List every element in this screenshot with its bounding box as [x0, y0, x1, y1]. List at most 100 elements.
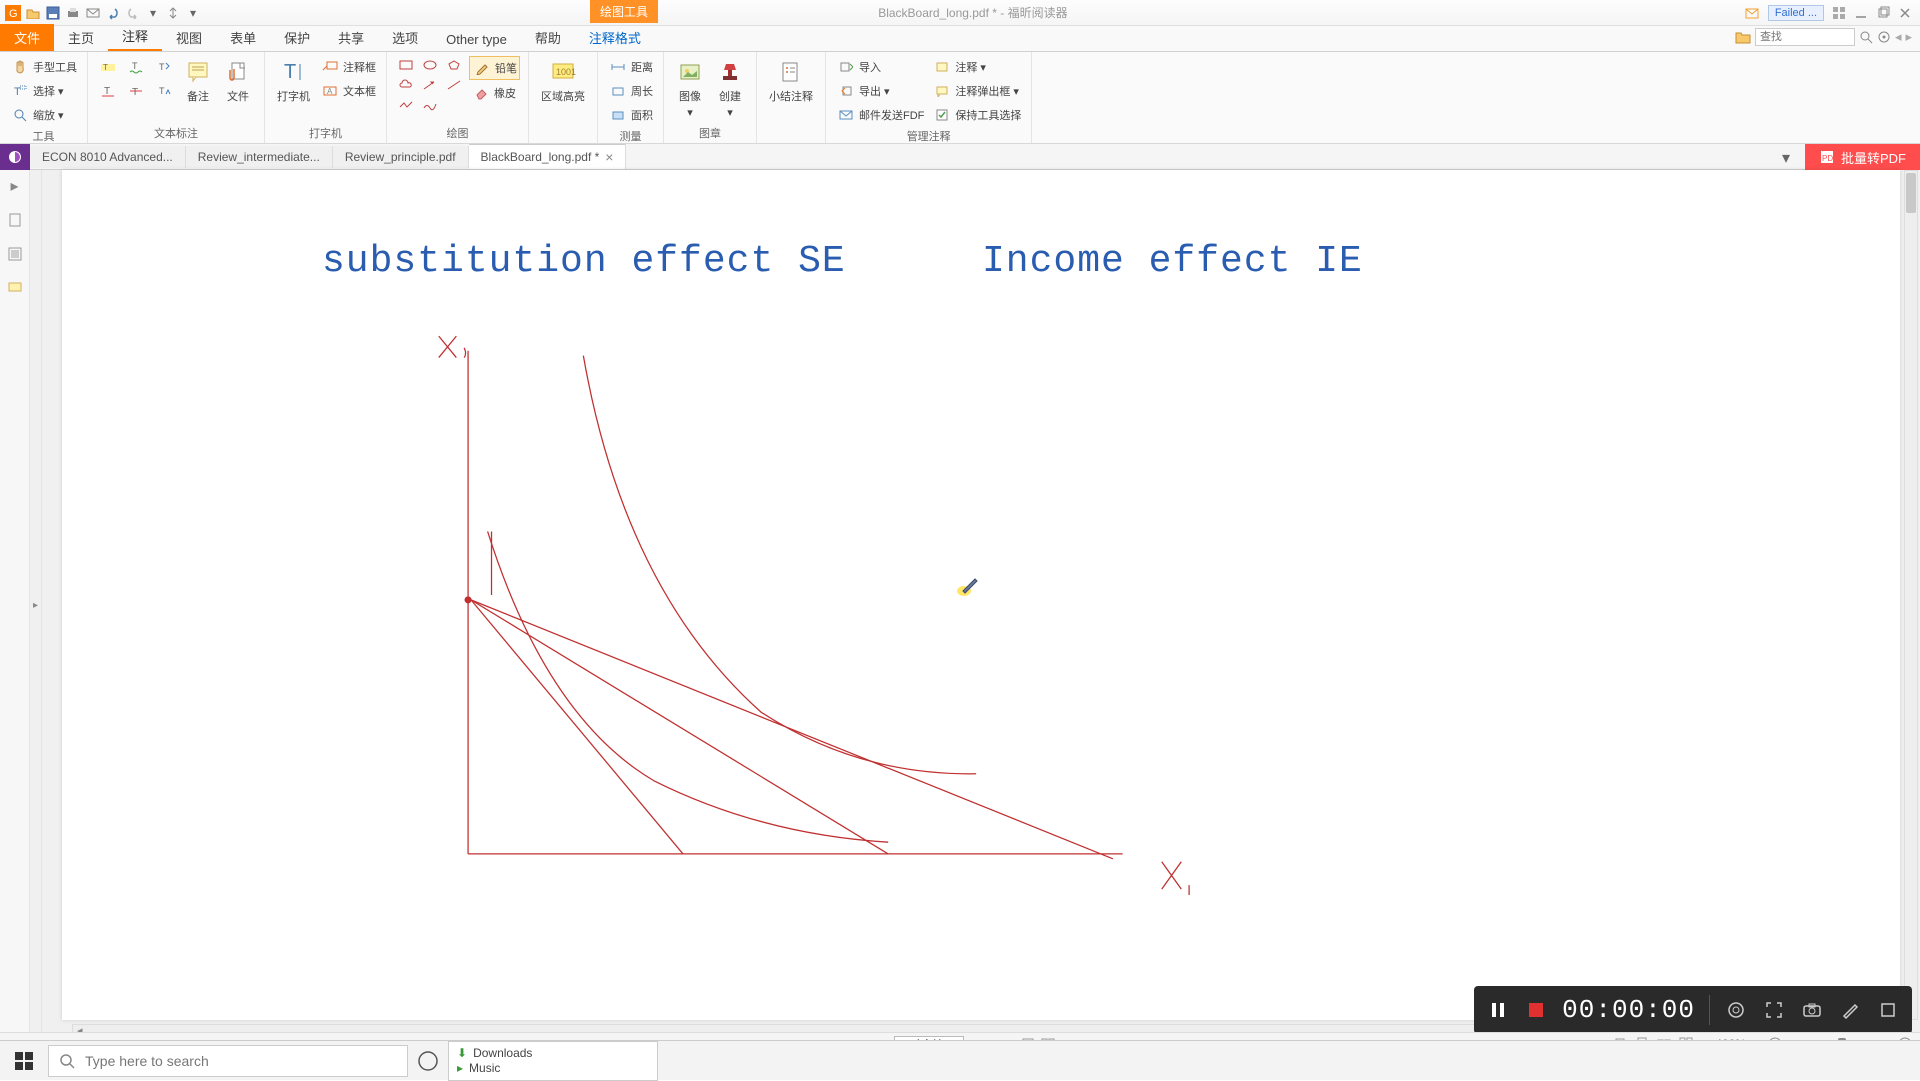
hand-tool[interactable]: 手型工具 [8, 56, 79, 78]
shape-polyline[interactable] [395, 96, 417, 114]
email-icon[interactable] [84, 4, 102, 22]
show-annot-btn[interactable]: 注释▾ [930, 56, 1023, 78]
tab-help[interactable]: 帮助 [521, 24, 575, 51]
panel-handle[interactable]: ▸ [30, 170, 42, 1040]
stamp-create-btn[interactable]: 创建▾ [712, 56, 748, 121]
comments-icon[interactable] [5, 278, 25, 298]
note-btn[interactable]: 备注 [180, 56, 216, 106]
minimize-icon[interactable] [1854, 6, 1868, 20]
tab-home[interactable]: 主页 [54, 24, 108, 51]
screenshot-icon[interactable] [1800, 998, 1824, 1022]
bookmarks-icon[interactable] [5, 210, 25, 230]
doctab-close-icon[interactable]: × [605, 149, 613, 165]
replace-text-btn[interactable]: T [152, 56, 176, 78]
tabs-dropdown-icon[interactable]: ▾ [1782, 148, 1790, 168]
grid-icon[interactable] [1832, 6, 1846, 20]
shape-rect[interactable] [395, 56, 417, 74]
tab-annotate[interactable]: 注释 [108, 22, 162, 51]
eraser-btn[interactable]: 橡皮 [469, 82, 520, 104]
start-button[interactable] [0, 1041, 48, 1081]
tab-file[interactable]: 文件 [0, 24, 54, 51]
shape-cloud[interactable] [395, 76, 417, 94]
thumbnails-icon[interactable] [5, 244, 25, 264]
doctab-3[interactable]: Review_principle.pdf [333, 146, 469, 168]
qat-dropdown-icon[interactable]: ▾ [184, 4, 202, 22]
print-icon[interactable] [64, 4, 82, 22]
perimeter-btn[interactable]: 周长 [606, 80, 655, 102]
tab-view[interactable]: 视图 [162, 24, 216, 51]
textbox-btn[interactable]: A文本框 [318, 80, 378, 102]
cortana-icon[interactable] [408, 1050, 448, 1072]
tab-convert[interactable]: 选项 [378, 24, 432, 51]
svg-text:T: T [132, 61, 138, 71]
tab-form[interactable]: 表单 [216, 24, 270, 51]
strikeout-btn[interactable]: T [124, 80, 148, 102]
underline-btn[interactable]: T [96, 80, 120, 102]
email-fdf-btn[interactable]: 邮件发送FDF [834, 104, 926, 126]
scroll-icon[interactable] [164, 4, 182, 22]
export-btn[interactable]: 导出▾ [834, 80, 926, 102]
tab-protect[interactable]: 保护 [270, 24, 324, 51]
popup-btn[interactable]: 注释弹出框▾ [930, 80, 1023, 102]
select-tool[interactable]: T选择▾ [8, 80, 79, 102]
keep-tool-btn[interactable]: 保持工具选择 [930, 104, 1023, 126]
zoom-tool[interactable]: 缩放▾ [8, 104, 79, 126]
insert-text-btn[interactable]: T [152, 80, 176, 102]
batch-convert-button[interactable]: PDF批量转PDF [1805, 144, 1920, 170]
redo-icon[interactable] [124, 4, 142, 22]
area-highlight-btn[interactable]: 1001区域高亮 [537, 56, 589, 106]
draw-icon[interactable] [1838, 998, 1862, 1022]
squiggly-btn[interactable]: T [124, 56, 148, 78]
summary-btn[interactable]: 小结注释 [765, 56, 817, 106]
import-btn[interactable]: 导入 [834, 56, 926, 78]
undo-icon[interactable] [104, 4, 122, 22]
export-icon [836, 81, 856, 101]
search-next-icon[interactable]: ▸ [1905, 29, 1912, 45]
document-viewport[interactable]: substitution effect SE Income effect IE [42, 170, 1920, 1040]
tab-other[interactable]: Other type [432, 28, 521, 51]
doctab-2[interactable]: Review_intermediate... [186, 146, 333, 168]
save-icon[interactable] [44, 4, 62, 22]
highlight-btn[interactable]: T [96, 56, 120, 78]
distance-btn[interactable]: 距离 [606, 56, 655, 78]
callout-btn[interactable]: 注释框 [318, 56, 378, 78]
search-prev-icon[interactable]: ◂ [1895, 29, 1902, 45]
taskbar-search[interactable]: Type here to search [48, 1045, 408, 1077]
webcam-icon[interactable] [1724, 998, 1748, 1022]
vertical-scrollbar[interactable] [1904, 170, 1918, 1020]
shape-oval[interactable] [419, 56, 441, 74]
search-options-icon[interactable] [1877, 30, 1891, 44]
perimeter-icon [608, 81, 628, 101]
scroll-thumb[interactable] [1906, 173, 1916, 213]
home-tab-icon[interactable] [0, 144, 30, 170]
search-folder-icon[interactable] [1735, 30, 1751, 44]
stamp-image-btn[interactable]: 图像▾ [672, 56, 708, 121]
qat-more-icon[interactable]: ▾ [144, 4, 162, 22]
quick-access-popup[interactable]: ⬇Downloads ▸Music [448, 1041, 658, 1081]
shape-line[interactable] [443, 76, 465, 94]
doctab-4[interactable]: BlackBoard_long.pdf *× [469, 144, 627, 169]
typewriter-btn[interactable]: T打字机 [273, 56, 314, 106]
close-icon[interactable] [1898, 6, 1912, 20]
doctab-1[interactable]: ECON 8010 Advanced... [30, 146, 186, 168]
search-go-icon[interactable] [1859, 30, 1873, 44]
chevron-down-icon: ▾ [58, 85, 64, 98]
file-attach-btn[interactable]: 文件 [220, 56, 256, 106]
notify-icon[interactable] [1744, 5, 1760, 21]
open-icon[interactable] [24, 4, 42, 22]
area-btn[interactable]: 面积 [606, 104, 655, 126]
fullscreen-icon[interactable] [1762, 998, 1786, 1022]
panel-expand-icon[interactable]: ▸ [5, 176, 25, 196]
shape-pencil2[interactable] [419, 96, 441, 114]
pause-button[interactable] [1486, 998, 1510, 1022]
pencil-btn[interactable]: 铅笔 [469, 56, 520, 80]
sync-status[interactable]: Failed ... [1768, 5, 1824, 21]
restore-icon[interactable] [1876, 6, 1890, 20]
expand-icon[interactable] [1876, 998, 1900, 1022]
tab-share[interactable]: 共享 [324, 24, 378, 51]
stop-button[interactable] [1524, 998, 1548, 1022]
shape-arrow[interactable] [419, 76, 441, 94]
shape-polygon[interactable] [443, 56, 465, 74]
tab-annot-format[interactable]: 注释格式 [575, 24, 655, 51]
search-input[interactable] [1755, 28, 1855, 46]
